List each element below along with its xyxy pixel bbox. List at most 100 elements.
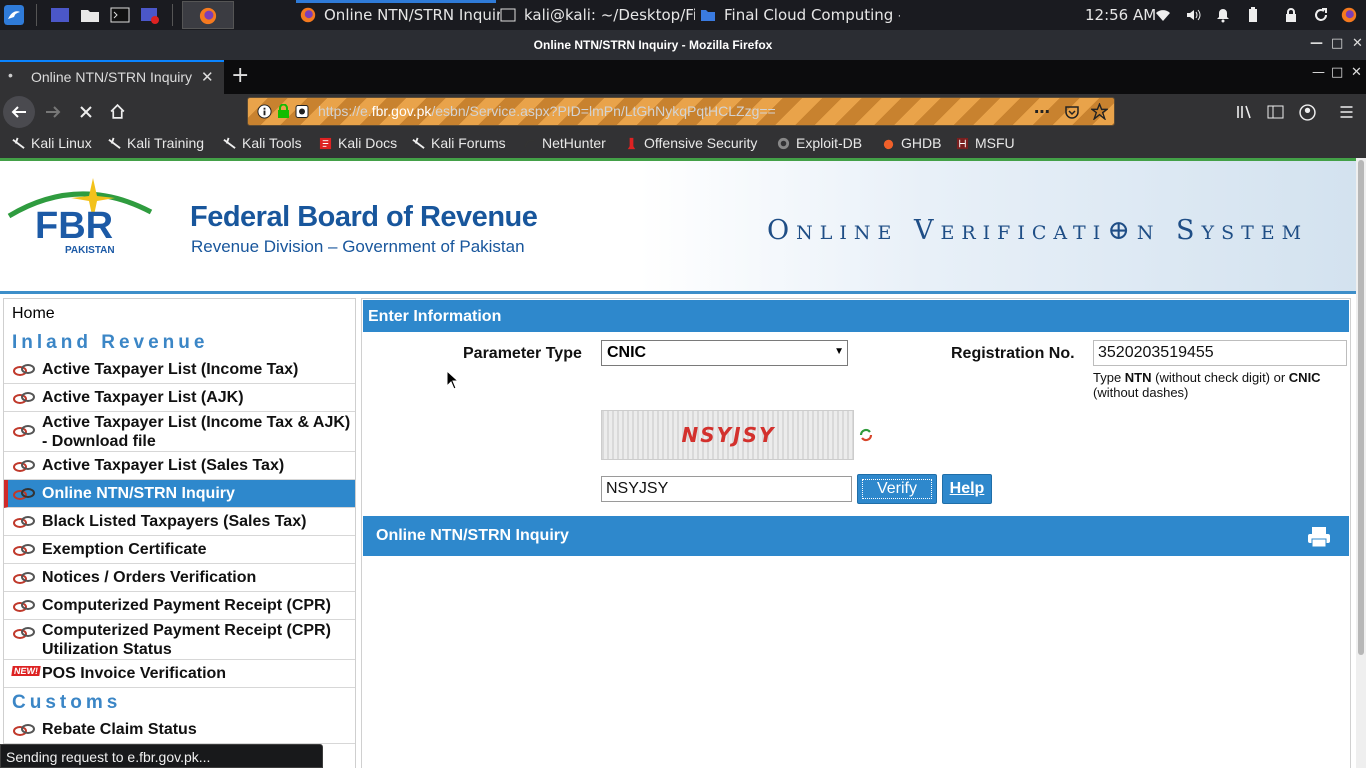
sidebar-item-active-taxpayer-income-tax[interactable]: Active Taxpayer List (Income Tax)	[4, 356, 355, 384]
back-arrow-icon	[11, 106, 26, 118]
home-icon[interactable]	[109, 103, 126, 120]
tab-label: Online NTN/STRN Inquiry	[31, 69, 193, 85]
captcha-image: NSYJSY	[601, 410, 854, 460]
restart-icon[interactable]	[1313, 7, 1329, 23]
account-icon[interactable]	[1299, 104, 1316, 121]
bookmark-kali-training[interactable]: Kali Training	[108, 135, 204, 151]
bookmark-msfu[interactable]: MSFU	[956, 135, 1015, 151]
sidebar-item-label: Online NTN/STRN Inquiry	[42, 485, 235, 502]
minimize-icon[interactable]: —	[1310, 36, 1323, 51]
nethunter-icon	[523, 138, 535, 148]
sidebar-item-label: Exemption Certificate	[42, 541, 207, 558]
library-icon[interactable]	[1236, 104, 1253, 120]
pocket-icon[interactable]	[1064, 104, 1080, 120]
bookmark-nethunter[interactable]: NetHunter	[523, 135, 606, 151]
bookmark-label: Kali Tools	[242, 135, 302, 151]
terminal-icon[interactable]	[110, 5, 130, 25]
task-firefox[interactable]: Online NTN/STRN Inquir...	[300, 0, 500, 30]
bookmark-star-icon[interactable]	[1091, 103, 1108, 120]
bookmark-kali-tools[interactable]: Kali Tools	[223, 135, 302, 151]
clock[interactable]: 12:56 AM	[1085, 6, 1156, 24]
tab-online-inquiry[interactable]: • Online NTN/STRN Inquiry ✕	[0, 60, 224, 94]
bookmark-exploit-db[interactable]: Exploit-DB	[777, 135, 862, 151]
sidebar-item-active-taxpayer-download[interactable]: Active Taxpayer List (Income Tax & AJK) …	[4, 412, 355, 452]
window-restore-icon[interactable]: □	[1331, 65, 1343, 80]
sidebar-item-notices-orders[interactable]: Notices / Orders Verification	[4, 564, 355, 592]
link-chain-icon	[13, 627, 35, 639]
url-text[interactable]: https://e.fbr.gov.pk/esbn/Service.aspx?P…	[318, 103, 776, 119]
organization-name: Federal Board of Revenue	[190, 201, 538, 233]
notification-bell-icon[interactable]	[1215, 7, 1231, 23]
help-button[interactable]: Help	[942, 474, 992, 504]
hamburger-menu-icon[interactable]	[1338, 104, 1355, 120]
bookmark-offensive-security[interactable]: Offensive Security	[625, 135, 757, 151]
link-chain-icon	[13, 363, 35, 376]
window-minimize-icon[interactable]: —	[1312, 65, 1325, 80]
web-page: FBR PAKISTAN Federal Board of Revenue Re…	[0, 158, 1356, 768]
task-terminal[interactable]: kali@kali: ~/Desktop/Fi...	[500, 0, 695, 30]
sidebar-toggle-icon[interactable]	[1267, 104, 1284, 120]
kali-docs-icon	[319, 137, 332, 149]
scrollbar-thumb[interactable]	[1358, 160, 1364, 655]
sidebar-home-link[interactable]: Home	[12, 305, 55, 323]
lock-icon[interactable]	[1283, 7, 1299, 23]
sidebar-item-active-taxpayer-sales-tax[interactable]: Active Taxpayer List (Sales Tax)	[4, 452, 355, 480]
sidebar-item-online-ntn-strn-inquiry[interactable]: Online NTN/STRN Inquiry	[4, 480, 355, 508]
task-folder[interactable]: Final Cloud Computing - ...	[700, 0, 900, 30]
forward-arrow-icon[interactable]	[45, 104, 61, 120]
window-close-icon[interactable]: ✕	[1351, 65, 1362, 80]
sidebar-item-cpr-utilization[interactable]: Computerized Payment Receipt (CPR) Utili…	[4, 620, 355, 660]
refresh-captcha-icon[interactable]	[858, 427, 874, 443]
captcha-input[interactable]: NSYJSY	[601, 476, 852, 502]
sidebar-item-active-taxpayer-ajk[interactable]: Active Taxpayer List (AJK)	[4, 384, 355, 412]
maximize-icon[interactable]: □	[1331, 36, 1343, 51]
site-header: FBR PAKISTAN Federal Board of Revenue Re…	[0, 158, 1356, 294]
link-chain-icon	[13, 425, 35, 437]
msfu-icon	[956, 137, 969, 149]
battery-icon[interactable]	[1245, 7, 1261, 23]
back-button[interactable]	[3, 96, 35, 128]
firefox-launcher[interactable]	[182, 1, 234, 29]
verify-button[interactable]: Verify	[857, 474, 937, 504]
stop-loading-icon[interactable]	[78, 104, 94, 120]
registration-no-label: Registration No.	[951, 345, 1075, 362]
url-bar[interactable]: https://e.fbr.gov.pk/esbn/Service.aspx?P…	[247, 97, 1115, 126]
parameter-type-select[interactable]: CNIC ▼	[601, 340, 848, 366]
link-chain-icon	[13, 459, 35, 472]
registration-no-input[interactable]: 3520203519455	[1093, 340, 1347, 366]
screen-recorder-icon[interactable]	[140, 5, 160, 25]
kali-menu-icon[interactable]	[4, 5, 24, 25]
sidebar-item-label: Active Taxpayer List (Income Tax & AJK) …	[42, 414, 351, 450]
wifi-icon[interactable]	[1155, 7, 1171, 23]
print-icon[interactable]	[1307, 526, 1331, 548]
firefox-icon[interactable]	[1341, 7, 1357, 23]
sidebar-item-black-listed-taxpayers[interactable]: Black Listed Taxpayers (Sales Tax)	[4, 508, 355, 536]
show-desktop-icon[interactable]	[50, 5, 70, 25]
hint-text: (without dashes)	[1093, 385, 1189, 400]
close-window-icon[interactable]: ✕	[1352, 36, 1363, 51]
sidebar-item-rebate-claim[interactable]: Rebate Claim Status	[4, 716, 355, 744]
sidebar-item-label: Active Taxpayer List (Income Tax)	[42, 361, 299, 378]
bookmark-ghdb[interactable]: GHDB	[882, 135, 941, 151]
bookmark-kali-linux[interactable]: Kali Linux	[12, 135, 92, 151]
parameter-type-label: Parameter Type	[463, 345, 582, 362]
bookmark-kali-docs[interactable]: Kali Docs	[319, 135, 397, 151]
link-chain-icon	[13, 543, 35, 556]
secure-lock-icon[interactable]	[277, 104, 290, 119]
bookmark-label: NetHunter	[542, 135, 606, 151]
sidebar-item-exemption-certificate[interactable]: Exemption Certificate	[4, 536, 355, 564]
tracking-protection-icon[interactable]	[294, 103, 310, 120]
page-actions-icon[interactable]: ⋯	[1034, 102, 1050, 121]
tab-close-icon[interactable]: ✕	[201, 68, 214, 86]
info-icon[interactable]	[257, 104, 272, 119]
new-tab-icon[interactable]: +	[231, 63, 249, 88]
mouse-cursor-icon	[446, 370, 458, 390]
bookmarks-toolbar: Kali Linux Kali Training Kali Tools Kali…	[0, 130, 1366, 158]
sidebar-item-pos-invoice[interactable]: NEW! POS Invoice Verification	[4, 660, 355, 688]
window-title: Online NTN/STRN Inquiry - Mozilla Firefo…	[533, 38, 773, 52]
sidebar-item-cpr[interactable]: Computerized Payment Receipt (CPR)	[4, 592, 355, 620]
file-manager-icon[interactable]	[80, 5, 100, 25]
page-scrollbar[interactable]	[1356, 158, 1366, 768]
volume-icon[interactable]	[1185, 7, 1201, 23]
bookmark-kali-forums[interactable]: Kali Forums	[412, 135, 506, 151]
